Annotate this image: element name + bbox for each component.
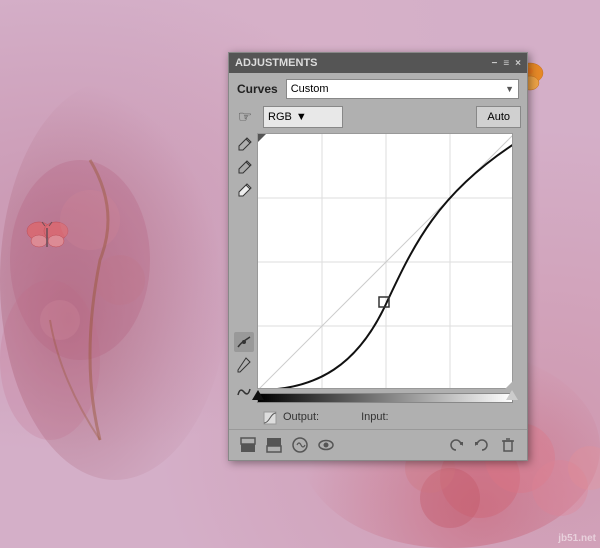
channel-arrow: ▼ [296, 111, 307, 123]
curve-grid [258, 134, 513, 389]
curve-canvas[interactable] [257, 133, 513, 389]
output-value [325, 411, 355, 425]
output-label: Output: [283, 411, 319, 425]
panel-titlebar: ADJUSTMENTS − ≡ × [229, 53, 527, 73]
undo-icon[interactable] [471, 434, 493, 456]
panel-minimize-button[interactable]: − [491, 58, 497, 69]
auto-button[interactable]: Auto [476, 106, 521, 128]
gradient-slider-container[interactable] [257, 393, 513, 403]
side-tools-wrapper [228, 52, 254, 402]
delete-layer-icon[interactable] [497, 434, 519, 456]
footer-left-tools [237, 434, 337, 456]
curve-tools-column [234, 332, 254, 402]
watermark: jb51.net [558, 533, 596, 544]
visibility-icon[interactable] [315, 434, 337, 456]
corner-indicator-tl [258, 134, 266, 142]
pencil-draw-tool[interactable] [234, 355, 254, 375]
auto-adjust-icon[interactable] [289, 434, 311, 456]
footer-right-tools [445, 434, 519, 456]
gradient-slider-row [229, 389, 527, 407]
curve-icon-small [263, 411, 277, 425]
panel-footer [229, 429, 527, 460]
smooth-curve-tool[interactable] [234, 382, 254, 402]
curve-draw-tool[interactable] [234, 332, 254, 352]
floral-left [0, 60, 230, 480]
gradient-slider[interactable] [257, 393, 513, 403]
channel-dropdown[interactable]: RGB ▼ [263, 106, 343, 128]
panel-header: Curves Custom ▼ [229, 73, 527, 103]
slider-handle-white[interactable] [506, 390, 518, 400]
clip-shadows-icon[interactable] [237, 434, 259, 456]
preset-dropdown-arrow: ▼ [505, 84, 514, 94]
preset-value: Custom [291, 83, 329, 95]
input-label: Input: [361, 411, 389, 425]
reset-icon[interactable] [445, 434, 467, 456]
titlebar-controls: − ≡ × [491, 58, 521, 69]
output-input-row: Output: Input: [229, 407, 527, 429]
clip-highlights-icon[interactable] [263, 434, 285, 456]
adjustments-panel: ADJUSTMENTS − ≡ × Curves Custom ▼ ☞ RGB … [228, 52, 528, 461]
preset-dropdown[interactable]: Custom ▼ [286, 79, 519, 99]
panel-close-button[interactable]: × [515, 58, 521, 69]
input-value [395, 411, 425, 425]
panel-menu-button[interactable]: ≡ [503, 58, 509, 69]
channel-label: RGB [268, 111, 292, 123]
